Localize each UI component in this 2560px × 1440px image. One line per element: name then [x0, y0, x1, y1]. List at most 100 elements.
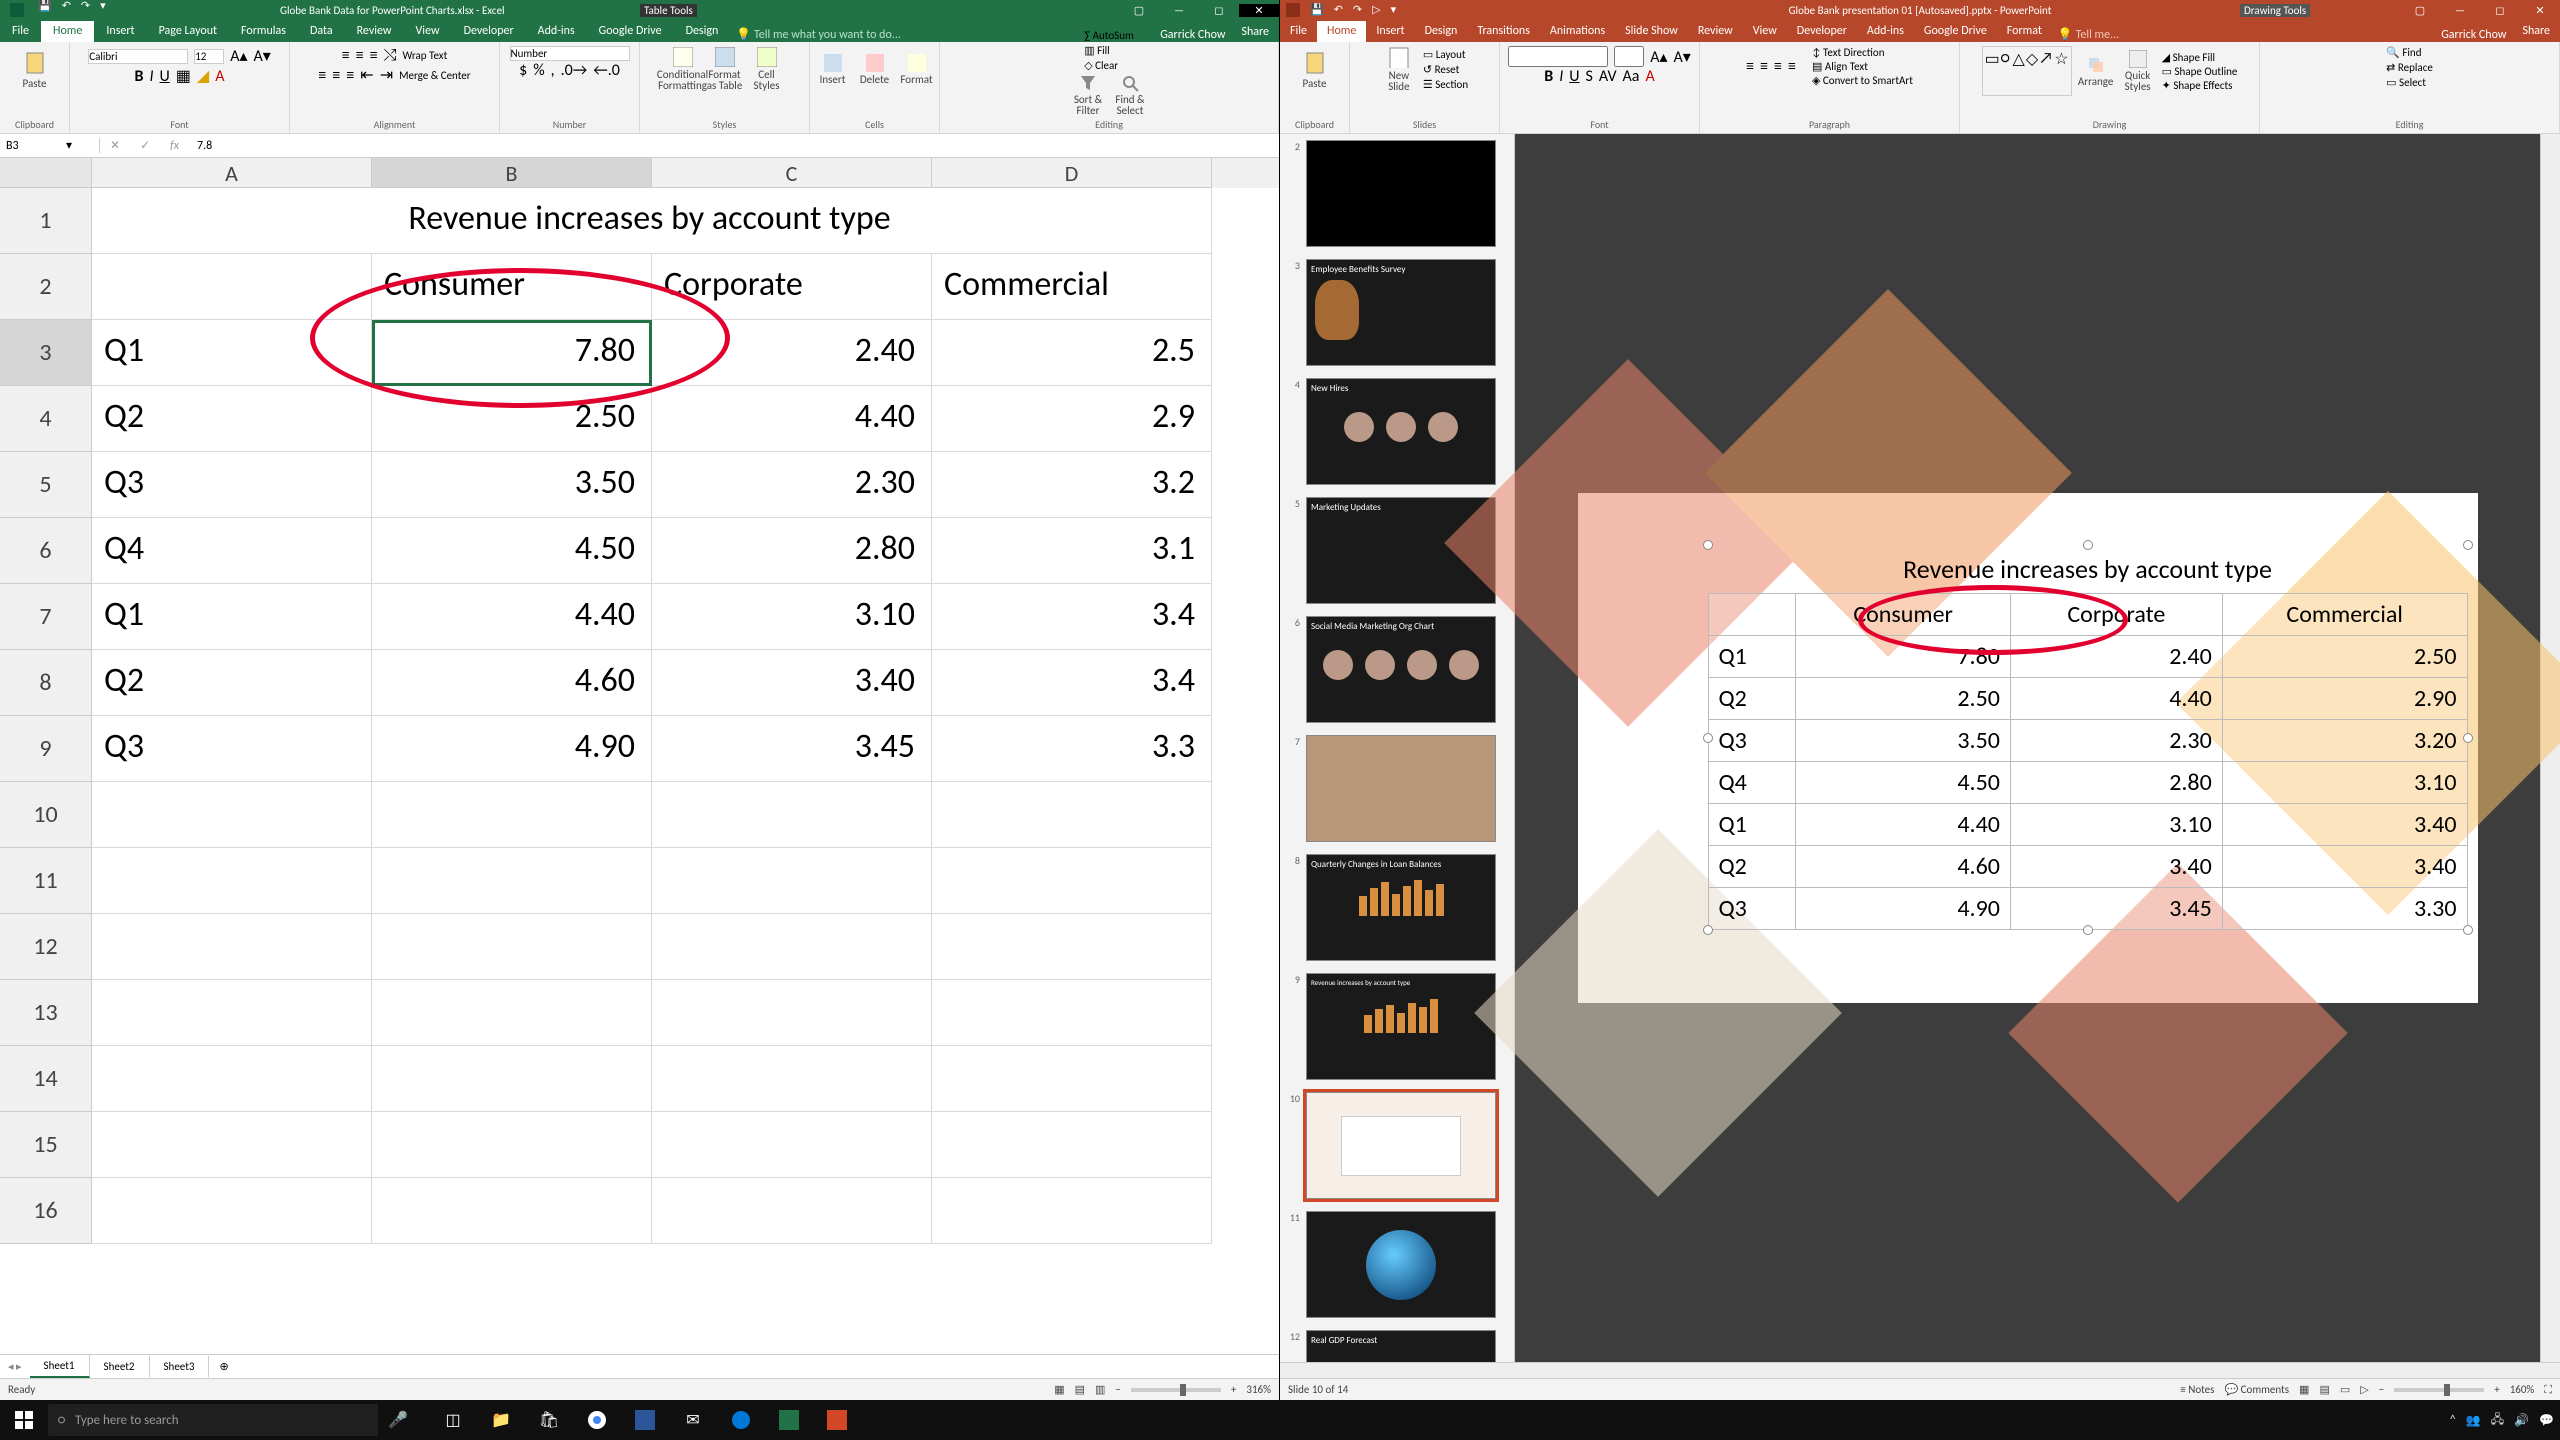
slideshow-icon[interactable]: ▷ [1372, 3, 1380, 17]
formula-input[interactable]: 7.8 [189, 139, 212, 153]
fx-icon[interactable]: fx [160, 139, 189, 153]
shapes-gallery[interactable]: ▭○△◇↗☆ [1982, 46, 2072, 96]
sort-filter-button[interactable]: Sort & Filter [1070, 72, 1106, 118]
sheet-tab-3[interactable]: Sheet3 [150, 1356, 210, 1377]
font-name-input[interactable] [88, 49, 188, 64]
view-slideshow-icon[interactable]: ▷ [2360, 1383, 2368, 1396]
inc-decimal-icon[interactable]: .0→ [561, 61, 588, 80]
cell-a7[interactable]: Q1 [92, 584, 372, 650]
smartart-button[interactable]: ◈ Convert to SmartArt [1812, 74, 1913, 87]
row-12[interactable]: 12 [0, 914, 92, 980]
task-view-icon[interactable]: ◫ [430, 1400, 476, 1440]
text-direction-button[interactable]: ↕ Text Direction [1812, 46, 1913, 59]
cell-a6[interactable]: Q4 [92, 518, 372, 584]
tab-transitions[interactable]: Transitions [1467, 21, 1540, 42]
shape-effects-button[interactable]: ✦ Shape Effects [2162, 79, 2238, 92]
tab-home[interactable]: Home [1317, 21, 1366, 42]
cell-a8[interactable]: Q2 [92, 650, 372, 716]
thumb-8[interactable]: 8Quarterly Changes in Loan Balances [1286, 854, 1508, 961]
currency-icon[interactable]: $ [519, 61, 527, 80]
delete-cells-button[interactable]: Delete [857, 46, 893, 92]
tab-googledrive[interactable]: Google Drive [1914, 21, 1997, 42]
tab-developer[interactable]: Developer [452, 21, 526, 42]
tab-home[interactable]: Home [41, 21, 94, 42]
find-button[interactable]: 🔍 Find [2386, 46, 2433, 59]
autosum-button[interactable]: ∑ AutoSum [1084, 29, 1134, 42]
cancel-formula-icon[interactable]: ✕ [100, 138, 130, 153]
format-cells-button[interactable]: Format [899, 46, 935, 92]
col-b[interactable]: B [372, 158, 652, 188]
tab-animations[interactable]: Animations [1540, 21, 1615, 42]
view-reading-icon[interactable]: ▭ [2340, 1383, 2350, 1396]
italic-button[interactable]: I [149, 67, 153, 86]
comma-icon[interactable]: , [551, 61, 555, 80]
row-9[interactable]: 9 [0, 716, 92, 782]
people-icon[interactable]: 👥 [2466, 1413, 2481, 1428]
cell-b2[interactable]: Consumer [372, 254, 652, 320]
row-7[interactable]: 7 [0, 584, 92, 650]
row-14[interactable]: 14 [0, 1046, 92, 1112]
grow-font-icon[interactable]: A▴ [230, 46, 247, 66]
sheet-tab-2[interactable]: Sheet2 [90, 1356, 150, 1377]
align-bot-icon[interactable]: ≡ [370, 46, 378, 65]
tab-design[interactable]: Design [674, 21, 731, 42]
font-name-input[interactable] [1508, 46, 1608, 67]
insert-cells-button[interactable]: Insert [815, 46, 851, 92]
orientation-icon[interactable]: ⤭ [384, 46, 397, 65]
row-15[interactable]: 15 [0, 1112, 92, 1178]
select-all-corner[interactable] [0, 158, 92, 188]
arrange-button[interactable]: Arrange [2078, 48, 2114, 94]
edge-icon[interactable] [718, 1400, 764, 1440]
tab-googledrive[interactable]: Google Drive [587, 21, 674, 42]
slide-table-object[interactable]: Revenue increases by account type Consum… [1708, 545, 2468, 930]
wrap-text-button[interactable]: Wrap Text [402, 49, 447, 62]
horizontal-scrollbar[interactable] [1280, 1362, 2560, 1378]
zoom-slider[interactable] [2394, 1388, 2484, 1392]
shape-fill-button[interactable]: ◢ Shape Fill [2162, 51, 2238, 64]
user-label[interactable]: Garrick Chow [1160, 28, 1231, 42]
cell-d2[interactable]: Commercial [932, 254, 1212, 320]
minimize-icon[interactable]: — [1159, 4, 1199, 17]
tab-insert[interactable]: Insert [94, 21, 146, 42]
font-size-input[interactable] [1614, 46, 1644, 67]
col-d[interactable]: D [932, 158, 1212, 188]
fit-to-window-icon[interactable]: ⛶ [2544, 1383, 2552, 1397]
number-format-input[interactable] [510, 46, 630, 61]
share-button[interactable]: Share [1231, 22, 1279, 42]
store-icon[interactable]: 🛍 [526, 1400, 572, 1440]
volume-icon[interactable]: 🔊 [2514, 1413, 2529, 1428]
view-normal-icon[interactable]: ▦ [2299, 1383, 2309, 1396]
chrome-icon[interactable] [574, 1400, 620, 1440]
zoom-label[interactable]: 316% [1246, 1383, 1271, 1396]
cell-c2[interactable]: Corporate [652, 254, 932, 320]
excel-icon[interactable] [766, 1400, 812, 1440]
close-icon[interactable]: ✕ [1239, 4, 1279, 17]
align-center-icon[interactable]: ≡ [332, 66, 340, 85]
font-color-icon[interactable]: A [215, 67, 224, 86]
tellme-search[interactable]: 💡 Tell me what you want to do... [736, 27, 901, 42]
underline-button[interactable]: U [160, 67, 170, 86]
view-normal-icon[interactable]: ▦ [1054, 1383, 1064, 1396]
tab-review[interactable]: Review [1688, 21, 1743, 42]
percent-icon[interactable]: % [533, 61, 544, 80]
maximize-icon[interactable]: ◻ [2480, 4, 2520, 17]
tray-up-icon[interactable]: ^ [2450, 1413, 2456, 1427]
cell-d3[interactable]: 2.5 [932, 320, 1212, 386]
row-6[interactable]: 6 [0, 518, 92, 584]
slide-table[interactable]: Consumer Corporate Commercial Q17.802.40… [1708, 593, 2468, 930]
title-cell[interactable]: Revenue increases by account type [92, 188, 1212, 254]
clear-button[interactable]: ◇ Clear [1084, 59, 1118, 72]
tab-formulas[interactable]: Formulas [229, 21, 298, 42]
cell-b5[interactable]: 3.50 [372, 452, 652, 518]
word-icon[interactable] [622, 1400, 668, 1440]
row-2[interactable]: 2 [0, 254, 92, 320]
cell-d9[interactable]: 3.3 [932, 716, 1212, 782]
cell-c6[interactable]: 2.80 [652, 518, 932, 584]
maximize-icon[interactable]: ◻ [1199, 4, 1239, 17]
start-button[interactable] [0, 1400, 48, 1440]
cell-b9[interactable]: 4.90 [372, 716, 652, 782]
row-10[interactable]: 10 [0, 782, 92, 848]
enter-formula-icon[interactable]: ✓ [130, 138, 160, 153]
network-icon[interactable]: 🖧 [2491, 1410, 2504, 1431]
cell-c3[interactable]: 2.40 [652, 320, 932, 386]
